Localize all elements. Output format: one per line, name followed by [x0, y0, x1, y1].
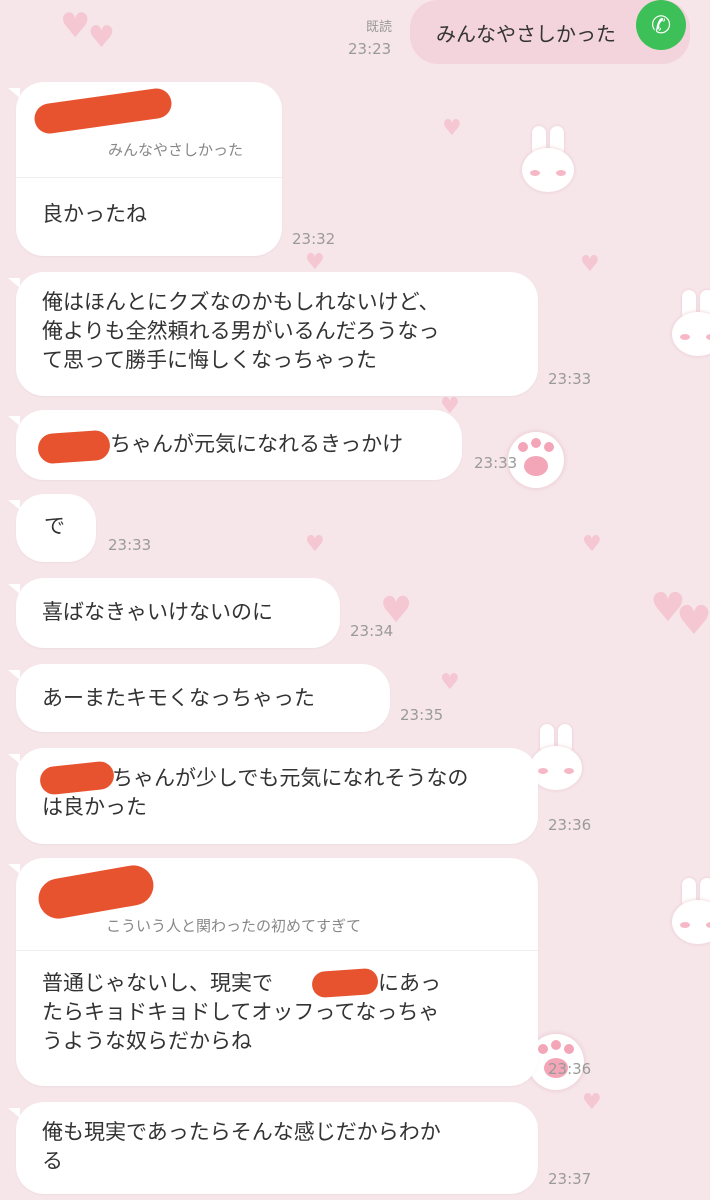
message-bubble[interactable]: で	[8, 494, 96, 562]
message-text: 普通じゃないし、現実で ちゃんにあっ たらキョドキョドしてオッフってなっちゃ う…	[42, 971, 441, 1053]
timestamp: 23:32	[292, 230, 336, 248]
message-bubble[interactable]: ちゃんが少しでも元気になれそうなの は良かった	[8, 748, 538, 844]
timestamp: 23:36	[548, 816, 592, 834]
message-bubble[interactable]: 俺も現実であったらそんな感じだからわか る	[8, 1102, 538, 1194]
message-text: 俺はほんとにクズなのかもしれないけど、 俺よりも全然頼れる男がいるんだろうなっ …	[42, 290, 440, 372]
phone-icon[interactable]: ✆	[636, 0, 686, 50]
message-text: 喜ばなきゃいけないのに	[42, 600, 273, 624]
quote-text: みんなやさしかった	[108, 141, 244, 159]
timestamp: 23:33	[108, 536, 152, 554]
message-bubble[interactable]: こういう人と関わったの初めてすぎて 普通じゃないし、現実で ちゃんにあっ たらキ…	[8, 858, 538, 1086]
message-bubble[interactable]: 俺はほんとにクズなのかもしれないけど、 俺よりも全然頼れる男がいるんだろうなっ …	[8, 272, 538, 396]
redaction-mark	[37, 429, 111, 465]
message-bubble[interactable]: あーまたキモくなっちゃった	[8, 664, 390, 732]
timestamp: 23:34	[350, 622, 394, 640]
timestamp: 23:36	[548, 1060, 592, 1078]
message-text: 良かったね	[42, 202, 147, 226]
redaction-mark	[311, 967, 379, 999]
timestamp: 23:37	[548, 1170, 592, 1188]
message-text: で	[44, 514, 65, 538]
message-bubble[interactable]: みんなやさしかった 良かったね	[8, 82, 282, 256]
message-text: 俺も現実であったらそんな感じだからわか る	[42, 1120, 441, 1173]
timestamp: 23:33	[548, 370, 592, 388]
redaction-mark	[32, 86, 174, 136]
quote-text: こういう人と関わったの初めてすぎて	[106, 917, 362, 935]
timestamp: 23:23	[348, 40, 392, 58]
timestamp: 23:35	[400, 706, 444, 724]
message-text: あーまたキモくなっちゃった	[42, 686, 315, 710]
timestamp: 23:33	[474, 454, 518, 472]
message-bubble[interactable]: 喜ばなきゃいけないのに	[8, 578, 340, 648]
read-receipt: 既読	[366, 20, 393, 35]
reply-quote[interactable]: みんなやさしかった	[16, 82, 282, 178]
message-bubble[interactable]: ちゃんが元気になれるきっかけ	[8, 410, 462, 480]
reply-quote[interactable]: こういう人と関わったの初めてすぎて	[16, 858, 538, 951]
